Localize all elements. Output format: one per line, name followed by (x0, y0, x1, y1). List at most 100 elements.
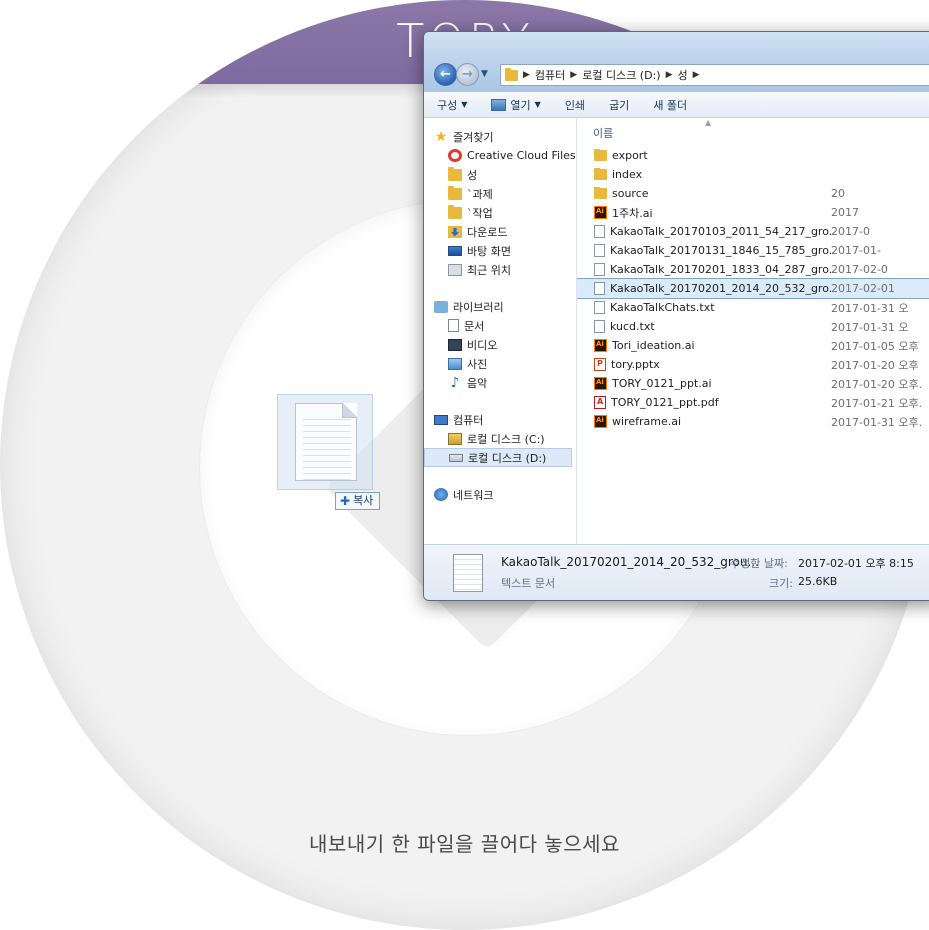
sidebar-item-videos[interactable]: 비디오 (424, 335, 576, 354)
details-modified-value: 2017-02-01 오후 8:15 (798, 557, 914, 570)
sidebar-item-pictures[interactable]: 사진 (424, 354, 576, 373)
file-name-cell: export (594, 149, 831, 162)
sidebar-item-label: 라이브러리 (453, 300, 504, 314)
sidebar-item-documents[interactable]: 문서 (424, 316, 576, 335)
sidebar-item-drive-c[interactable]: 로컬 디스크 (C:) (424, 429, 576, 448)
sidebar-item-creative-cloud[interactable]: Creative Cloud Files (424, 146, 576, 165)
desktop-icon (448, 245, 462, 256)
dragged-file[interactable] (277, 394, 373, 490)
file-row[interactable]: export (577, 146, 929, 165)
pdf-file-icon (594, 396, 606, 409)
address-bar[interactable]: ▶ 컴퓨터 ▶ 로컬 디스크 (D:) ▶ 성 ▶ (500, 64, 929, 86)
illustrator-file-icon (594, 377, 607, 390)
file-name-cell: 1주차.ai (594, 205, 831, 221)
creative-cloud-icon (448, 149, 462, 162)
sidebar-item-label: `작업 (467, 206, 493, 220)
file-row[interactable]: source 20 (577, 184, 929, 203)
sidebar-item-label: 로컬 디스크 (D:) (468, 451, 547, 465)
chevron-right-icon[interactable]: ▶ (693, 70, 700, 80)
file-row[interactable]: TORY_0121_ppt.ai 2017-01-20 오후. (577, 374, 929, 393)
folder-icon (594, 149, 607, 161)
sidebar-item-label: 컴퓨터 (453, 413, 484, 427)
print-button[interactable]: 인쇄 (565, 97, 585, 113)
sidebar-item-recent-places[interactable]: 최근 위치 (424, 260, 576, 279)
recent-pages-dropdown-icon[interactable]: ▼ (481, 69, 488, 79)
chevron-right-icon[interactable]: ▶ (666, 70, 673, 80)
sidebar-item-folder-seong[interactable]: 성 (424, 165, 576, 184)
copy-badge: ✚ 복사 (335, 492, 381, 510)
file-date: 2017-01-21 오후. (831, 396, 923, 410)
chevron-right-icon[interactable]: ▶ (570, 70, 577, 80)
file-name-cell: Tori_ideation.ai (594, 339, 831, 352)
file-row[interactable]: KakaoTalkChats.txt 2017-01-31 오 (577, 298, 929, 317)
sidebar-item-work[interactable]: `작업 (424, 203, 576, 222)
file-row[interactable]: wireframe.ai 2017-01-31 오후. (577, 412, 929, 431)
forward-button[interactable]: → (456, 63, 479, 86)
sidebar-item-label: 성 (467, 168, 478, 182)
plus-icon: ✚ (340, 494, 351, 508)
file-row[interactable]: TORY_0121_ppt.pdf 2017-01-21 오후. (577, 393, 929, 412)
burn-button[interactable]: 굽기 (609, 97, 629, 113)
file-list-pane[interactable]: ▲ 이름 export index source 20 Ai 1주차.ai 20… (577, 118, 929, 544)
new-folder-button[interactable]: 새 폴더 (653, 97, 687, 113)
file-name: KakaoTalk_20170201_2014_20_532_gro... (610, 282, 831, 295)
text-file-icon (594, 282, 605, 295)
file-date: 2017-0 (831, 225, 870, 238)
file-name: source (612, 187, 649, 200)
explorer-body: ★ 즐겨찾기 Creative Cloud Files 성 `과제 `작업 다운… (424, 118, 929, 544)
sidebar-item-drive-d[interactable]: 로컬 디스크 (D:) (424, 448, 572, 467)
sidebar-item-desktop[interactable]: 바탕 화면 (424, 241, 576, 260)
file-row[interactable]: KakaoTalk_20170103_2011_54_217_gro... 20… (577, 222, 929, 241)
file-row[interactable]: KakaoTalk_20170131_1846_15_785_gro... 20… (577, 241, 929, 260)
file-name: tory.pptx (611, 358, 660, 371)
file-row[interactable]: KakaoTalk_20170201_1833_04_287_gro... 20… (577, 260, 929, 279)
file-list: export index source 20 1주차.ai 2017 (577, 146, 929, 431)
sidebar-item-computer[interactable]: 컴퓨터 (424, 410, 576, 429)
file-row[interactable]: kucd.txt 2017-01-31 오 (577, 317, 929, 336)
back-button[interactable]: ← (434, 63, 457, 86)
file-row-selected[interactable]: KakaoTalk_20170201_2014_20_532_gro... 20… (577, 278, 929, 299)
sidebar-item-label: 로컬 디스크 (C:) (467, 432, 545, 446)
chevron-right-icon[interactable]: ▶ (523, 70, 530, 80)
explorer-titlebar[interactable]: ← → ▼ ▶ 컴퓨터 ▶ 로컬 디스크 (D:) ▶ 성 ▶ (424, 32, 929, 92)
organize-label: 구성 (437, 98, 458, 112)
file-explorer-window[interactable]: ← → ▼ ▶ 컴퓨터 ▶ 로컬 디스크 (D:) ▶ 성 ▶ 구성 ▼ 열기 … (423, 31, 929, 601)
file-row[interactable]: Tori_ideation.ai 2017-01-05 오후 (577, 336, 929, 355)
details-size-label: 크기: (769, 577, 793, 590)
column-header-name[interactable]: 이름 (593, 125, 613, 141)
file-row[interactable]: index (577, 165, 929, 184)
file-name-cell: kucd.txt (594, 320, 831, 333)
sidebar-item-libraries[interactable]: 라이브러리 (424, 297, 576, 316)
sidebar-item-label: `과제 (467, 187, 493, 201)
breadcrumb-drive-d[interactable]: 로컬 디스크 (D:) (582, 67, 660, 83)
sidebar-item-label: 음악 (467, 376, 488, 390)
breadcrumb-computer[interactable]: 컴퓨터 (535, 67, 565, 83)
powerpoint-file-icon (594, 358, 606, 371)
file-name-cell: tory.pptx (594, 358, 831, 371)
downloads-folder-icon (448, 225, 462, 238)
file-row[interactable]: tory.pptx 2017-01-20 오후 (577, 355, 929, 374)
drive-c-icon (448, 432, 462, 445)
folder-icon (594, 187, 607, 199)
details-size-value: 25.6KB (798, 575, 838, 588)
sidebar-item-assignments[interactable]: `과제 (424, 184, 576, 203)
sidebar-item-favorites[interactable]: ★ 즐겨찾기 (424, 127, 576, 146)
recent-places-icon (448, 263, 462, 276)
sidebar-item-music[interactable]: ♪ 음악 (424, 373, 576, 392)
breadcrumb-folder[interactable]: 성 (678, 67, 688, 83)
star-icon: ★ (434, 128, 448, 145)
sidebar-item-downloads[interactable]: 다운로드 (424, 222, 576, 241)
file-name: index (612, 168, 643, 181)
file-name: TORY_0121_ppt.pdf (611, 396, 719, 409)
sidebar-item-network[interactable]: 네트워크 (424, 485, 576, 504)
picture-icon (448, 357, 462, 370)
file-date: 2017-01-31 오 (831, 320, 909, 334)
open-button[interactable]: 열기 ▼ (491, 97, 541, 113)
file-name: KakaoTalk_20170103_2011_54_217_gro... (610, 225, 831, 238)
organize-button[interactable]: 구성 ▼ (437, 97, 467, 113)
sidebar-item-label: 즐겨찾기 (453, 130, 494, 144)
file-row[interactable]: 1주차.ai 2017 (577, 203, 929, 222)
file-name: 1주차.ai (612, 206, 653, 220)
